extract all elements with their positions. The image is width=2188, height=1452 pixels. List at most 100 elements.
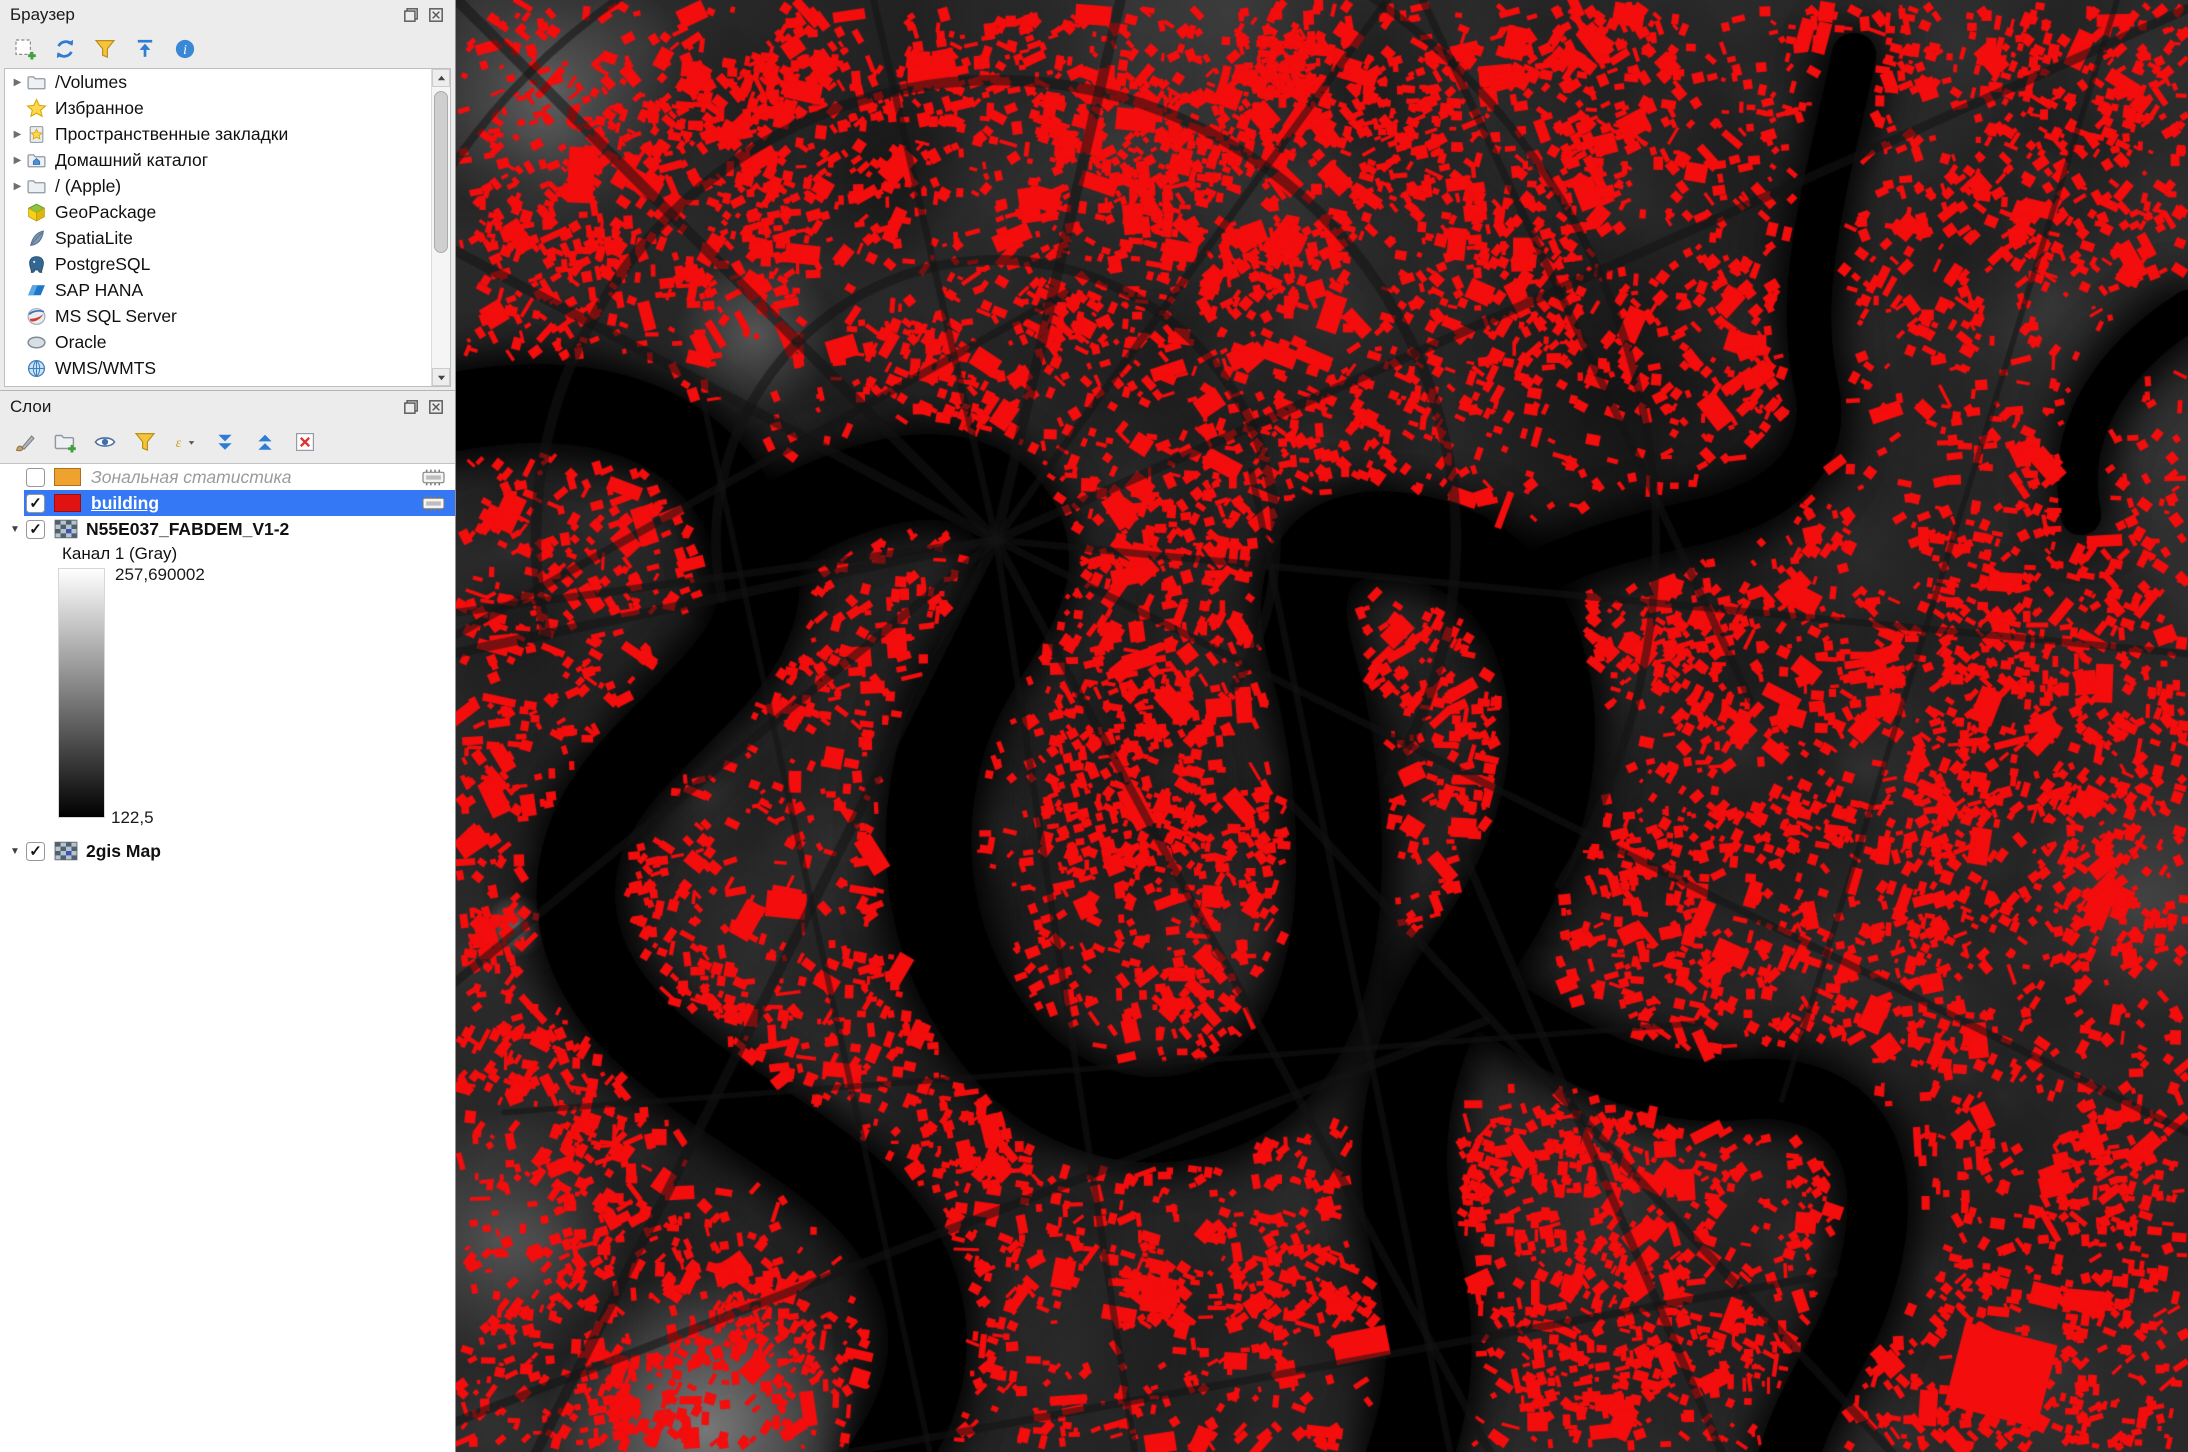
layer-row-0[interactable]: Зональная статистика	[0, 464, 455, 490]
map-view	[455, 0, 2188, 1452]
gray-color-ramp	[58, 568, 105, 818]
remove-layer-button[interactable]	[290, 428, 319, 457]
browser-tree: ▶/VolumesИзбранное▶Пространственные закл…	[5, 69, 450, 381]
layer-visibility-checkbox[interactable]: ✓	[26, 842, 45, 861]
expand-all-layers-button[interactable]	[210, 428, 239, 457]
layers-list: Зональная статистика✓building▼✓N55E037_F…	[0, 463, 455, 1452]
browser-item-star-1[interactable]: Избранное	[5, 95, 450, 121]
refresh-browser-button[interactable]	[50, 35, 79, 64]
scroll-down-icon[interactable]	[432, 368, 450, 386]
themes-icon	[93, 430, 117, 454]
scrollbar-thumb[interactable]	[434, 91, 448, 253]
expand-arrow-icon[interactable]: ▶	[9, 181, 26, 192]
browser-item-bookmarks-2[interactable]: ▶Пространственные закладки	[5, 121, 450, 147]
svg-text:i: i	[183, 42, 187, 57]
add-group-icon	[53, 430, 77, 454]
browser-item-folder-0[interactable]: ▶/Volumes	[5, 69, 450, 95]
layers-toolbar: ε	[0, 423, 455, 461]
postgresql-icon	[26, 254, 47, 275]
collapse-icon	[133, 37, 157, 61]
spatialite-icon	[26, 228, 47, 249]
layers-panel-title: Слои	[10, 397, 51, 417]
open-layer-styling-button[interactable]	[10, 428, 39, 457]
filter-legend-button[interactable]	[130, 428, 159, 457]
mssql-icon	[26, 306, 47, 327]
svg-text:ε: ε	[175, 435, 181, 450]
temporary-layer-indicator-icon	[419, 467, 448, 488]
filter-browser-button[interactable]	[90, 35, 119, 64]
filter-icon	[133, 430, 157, 454]
bookmarks-icon	[26, 124, 47, 145]
layer-visibility-checkbox[interactable]: ✓	[26, 520, 45, 539]
browser-item-geopackage-5[interactable]: GeoPackage	[5, 199, 450, 225]
styling-icon	[13, 430, 37, 454]
folder-icon	[26, 176, 47, 197]
layer-row-2[interactable]: ▼✓N55E037_FABDEM_V1-2	[0, 516, 455, 542]
browser-scrollbar[interactable]	[431, 69, 450, 386]
collapse-all-browser-button[interactable]	[130, 35, 159, 64]
expand-arrow-icon[interactable]: ▶	[9, 77, 26, 88]
browser-float-button[interactable]	[402, 6, 420, 24]
collapse-arrow-icon[interactable]: ▼	[4, 846, 26, 857]
browser-item-spatialite-6[interactable]: SpatiaLite	[5, 225, 450, 251]
browser-panel: Браузер i ▶/VolumesИзбранное▶Пространств…	[0, 0, 455, 390]
raster-layer-icon	[54, 841, 78, 861]
filter-icon	[93, 37, 117, 61]
home-icon	[26, 150, 47, 171]
raster-legend: 257,690002 122,5	[0, 566, 455, 838]
expand-all-icon	[213, 430, 237, 454]
collapse-arrow-icon[interactable]: ▼	[4, 524, 26, 535]
browser-item-wms-11[interactable]: WMS/WMTS	[5, 355, 450, 381]
add-group-button[interactable]	[50, 428, 79, 457]
browser-item-mssql-9[interactable]: MS SQL Server	[5, 303, 450, 329]
raster-band-label: Канал 1 (Gray)	[0, 542, 455, 566]
expression-icon: ε	[173, 430, 197, 454]
scroll-up-icon[interactable]	[432, 69, 450, 87]
filter-by-expression-button[interactable]: ε	[170, 428, 199, 457]
expand-arrow-icon[interactable]: ▶	[9, 155, 26, 166]
qgis-window: Браузер i ▶/VolumesИзбранное▶Пространств…	[0, 0, 2188, 1452]
layers-panel: Слои ε Зональная статистика✓building▼✓N5…	[0, 390, 455, 1452]
browser-tree-wrap: ▶/VolumesИзбранное▶Пространственные закл…	[4, 68, 451, 387]
layers-panel-header: Слои	[0, 391, 455, 423]
layer-visibility-checkbox[interactable]	[26, 468, 45, 487]
browser-item-saphana-8[interactable]: SAP HANA	[5, 277, 450, 303]
saphana-icon	[26, 280, 47, 301]
browser-item-home-3[interactable]: ▶Домашний каталог	[5, 147, 450, 173]
layer-color-swatch[interactable]	[54, 494, 81, 512]
layer-row-3[interactable]: ▼✓2gis Map	[0, 838, 455, 864]
enable-properties-widget-button[interactable]: i	[170, 35, 199, 64]
remove-icon	[293, 430, 317, 454]
collapse-all-icon	[253, 430, 277, 454]
ramp-max-value: 257,690002	[115, 565, 205, 585]
browser-item-folder-4[interactable]: ▶/ (Apple)	[5, 173, 450, 199]
manage-map-themes-button[interactable]	[90, 428, 119, 457]
wms-icon	[26, 358, 47, 379]
left-dock: Браузер i ▶/VolumesИзбранное▶Пространств…	[0, 0, 455, 1452]
browser-close-button[interactable]	[427, 6, 445, 24]
collapse-all-layers-button[interactable]	[250, 428, 279, 457]
star-icon	[26, 98, 47, 119]
oracle-icon	[26, 332, 47, 353]
layers-close-button[interactable]	[427, 398, 445, 416]
geopackage-icon	[26, 202, 47, 223]
raster-layer-icon	[54, 519, 78, 539]
ramp-min-value: 122,5	[111, 808, 154, 828]
layer-visibility-checkbox[interactable]: ✓	[26, 494, 45, 513]
browser-panel-header: Браузер	[0, 0, 455, 30]
browser-item-oracle-10[interactable]: Oracle	[5, 329, 450, 355]
add-selected-layers-button[interactable]	[10, 35, 39, 64]
expand-arrow-icon[interactable]: ▶	[9, 129, 26, 140]
temporary-layer-indicator-icon	[419, 493, 448, 514]
browser-toolbar: i	[0, 30, 455, 68]
layer-row-1[interactable]: ✓building	[0, 490, 455, 516]
folder-icon	[26, 72, 47, 93]
browser-item-postgresql-7[interactable]: PostgreSQL	[5, 251, 450, 277]
layer-color-swatch[interactable]	[54, 468, 81, 486]
layers-float-button[interactable]	[402, 398, 420, 416]
browser-panel-title: Браузер	[10, 5, 75, 25]
info-icon: i	[173, 37, 197, 61]
add-layer-icon	[13, 37, 37, 61]
map-canvas[interactable]	[456, 0, 2188, 1452]
refresh-icon	[53, 37, 77, 61]
